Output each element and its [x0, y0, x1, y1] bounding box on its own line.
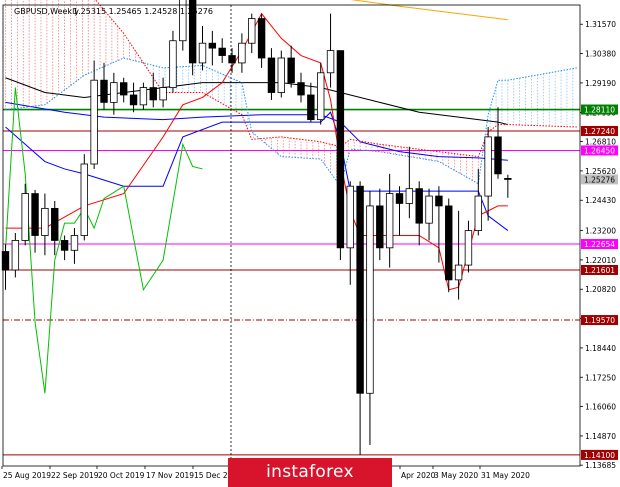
candle-body: [129, 94, 138, 106]
x-tick-label: 20 Oct 2019: [98, 471, 145, 480]
candle-body: [257, 18, 266, 59]
candle-body: [120, 82, 128, 96]
candle-body: [41, 207, 49, 236]
x-tick-label: 25 Aug 2019: [3, 471, 51, 480]
candle-body: [307, 94, 315, 121]
candle-body: [228, 55, 236, 64]
price-label-text: 1.26450: [584, 146, 615, 155]
candle-body: [445, 205, 453, 281]
candle-body: [267, 57, 276, 93]
y-tick-label: 1.23200: [585, 227, 616, 236]
candle-body: [248, 18, 256, 44]
candle-body: [356, 185, 364, 394]
candle-body: [149, 87, 157, 101]
ohlc-values: 1.25315 1.25465 1.24528 1.25276: [73, 7, 213, 16]
x-tick-label: Apr 2020: [401, 471, 436, 480]
price-label-text: 1.22654: [584, 240, 615, 249]
y-tick-label: 1.29190: [585, 79, 616, 88]
candle-body: [405, 188, 414, 204]
candle-body: [474, 195, 482, 231]
candle-body: [11, 240, 20, 271]
candle-body: [297, 82, 305, 96]
y-tick-label: 1.31570: [585, 20, 616, 29]
price-label-text: 1.27240: [584, 127, 615, 136]
candle-body: [60, 240, 69, 251]
y-tick-label: 1.18440: [585, 344, 616, 353]
candle-body: [415, 188, 423, 224]
candle-body: [218, 47, 226, 56]
candle-body: [21, 193, 29, 241]
candle-body: [139, 87, 148, 106]
candle-body: [90, 79, 98, 165]
candle-body: [70, 235, 79, 251]
x-tick-label: 3 May 2020: [434, 471, 478, 480]
y-tick-label: 1.16060: [585, 403, 616, 412]
chart-background: [0, 0, 620, 487]
x-tick-label: 17 Nov 2019: [146, 471, 194, 480]
price-label-text: 1.25276: [584, 175, 615, 184]
chart-header: GBPUSD,Weekly 1.25315 1.25465 1.24528 1.…: [14, 7, 213, 16]
y-tick-label: 1.13685: [585, 461, 616, 470]
watermark-logo-text: instaforex: [266, 462, 354, 482]
candle-body: [316, 72, 325, 121]
y-tick-label: 1.30380: [585, 50, 616, 59]
candle-body: [464, 230, 473, 266]
candle-body: [484, 136, 492, 197]
price-label-text: 1.28110: [584, 106, 615, 115]
price-label-text: 1.21601: [584, 266, 615, 275]
symbol-timeframe: GBPUSD,Weekly: [14, 7, 79, 16]
y-tick-label: 1.14870: [585, 432, 616, 441]
x-tick-label: 31 May 2020: [481, 471, 530, 480]
candle-body: [336, 50, 345, 249]
candle-body: [376, 205, 384, 249]
candle-body: [366, 205, 374, 394]
candle-body: [208, 42, 217, 49]
candle-body: [159, 87, 167, 101]
candle-body: [346, 185, 354, 249]
candle-body: [51, 207, 59, 241]
candle-body: [435, 195, 443, 207]
instaforex-watermark: instaforex: [228, 458, 392, 487]
candle-body: [110, 82, 118, 103]
gbpusd-weekly-chart[interactable]: 1.315701.303801.291901.279901.268101.256…: [0, 0, 620, 487]
candle-body: [494, 136, 502, 175]
y-tick-label: 1.26810: [585, 138, 616, 147]
y-tick-label: 1.24430: [585, 196, 616, 205]
candle-body: [238, 42, 246, 64]
y-tick-label: 1.20820: [585, 285, 616, 294]
price-label-text: 1.19570: [584, 316, 615, 325]
candle-body: [80, 163, 88, 236]
candle-body: [277, 57, 285, 93]
candle-body: [504, 178, 512, 180]
candle-body: [198, 42, 207, 64]
candle-body: [326, 50, 335, 74]
y-tick-label: 1.22010: [585, 256, 616, 265]
price-label-text: 1.14100: [584, 451, 615, 460]
candle-body: [385, 193, 394, 249]
x-tick-label: 22 Sep 2019: [51, 471, 99, 480]
y-tick-label: 1.17250: [585, 373, 616, 382]
candle-body: [287, 57, 295, 84]
candle-body: [454, 264, 463, 281]
candle-body: [169, 40, 177, 88]
candle-body: [395, 193, 404, 204]
candle-body: [425, 195, 433, 224]
candle-body: [100, 79, 108, 103]
candle-body: [31, 193, 39, 236]
